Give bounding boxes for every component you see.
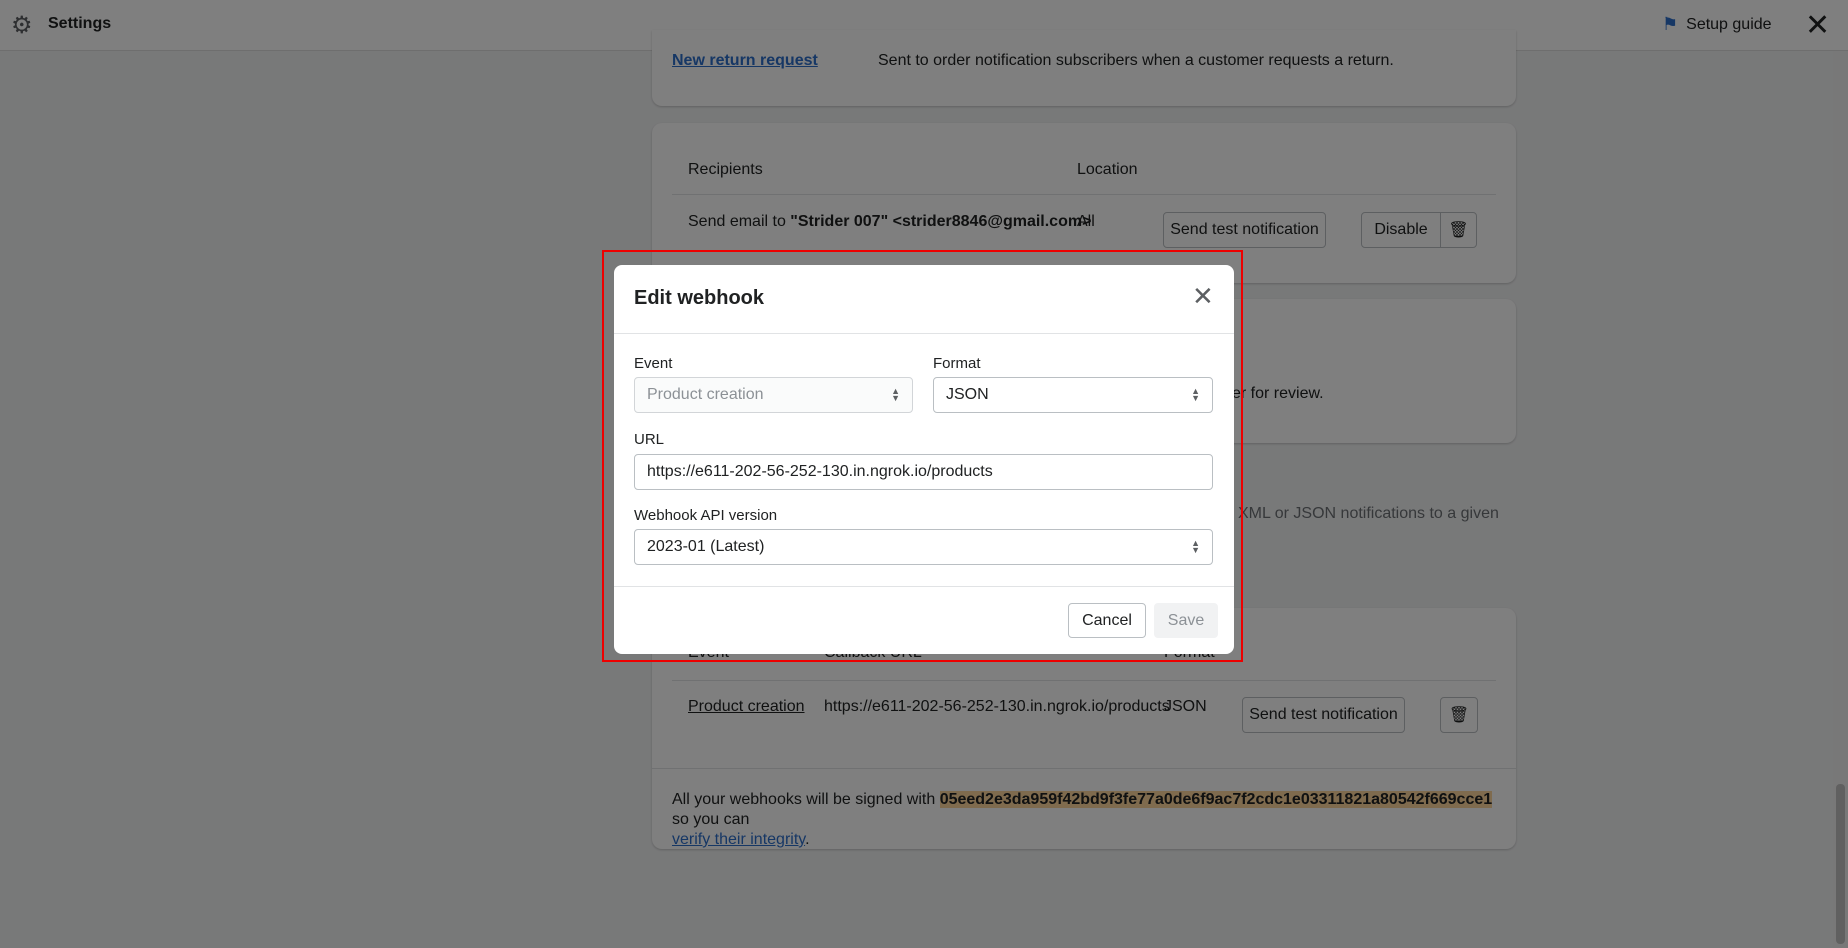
save-button[interactable]: Save — [1154, 603, 1218, 638]
cancel-button[interactable]: Cancel — [1068, 603, 1146, 638]
format-select[interactable]: JSON ▲ ▼ — [933, 377, 1213, 413]
edit-webhook-modal: Edit webhook ✕ Event Product creation ▲ ▼… — [614, 265, 1234, 654]
format-label: Format — [933, 355, 981, 372]
url-input[interactable]: https://e611-202-56-252-130.in.ngrok.io/… — [634, 454, 1213, 490]
event-select[interactable]: Product creation ▲ ▼ — [634, 377, 913, 413]
select-arrows-icon: ▲ ▼ — [1191, 538, 1200, 555]
api-version-label: Webhook API version — [634, 507, 778, 524]
close-icon[interactable]: ✕ — [1192, 281, 1214, 312]
select-arrows-icon: ▲ ▼ — [891, 386, 900, 403]
event-label: Event — [634, 355, 673, 372]
api-version-select[interactable]: 2023-01 (Latest) ▲ ▼ — [634, 529, 1213, 565]
url-label: URL — [634, 431, 665, 448]
modal-title: Edit webhook — [634, 287, 764, 309]
select-arrows-icon: ▲ ▼ — [1191, 386, 1200, 403]
